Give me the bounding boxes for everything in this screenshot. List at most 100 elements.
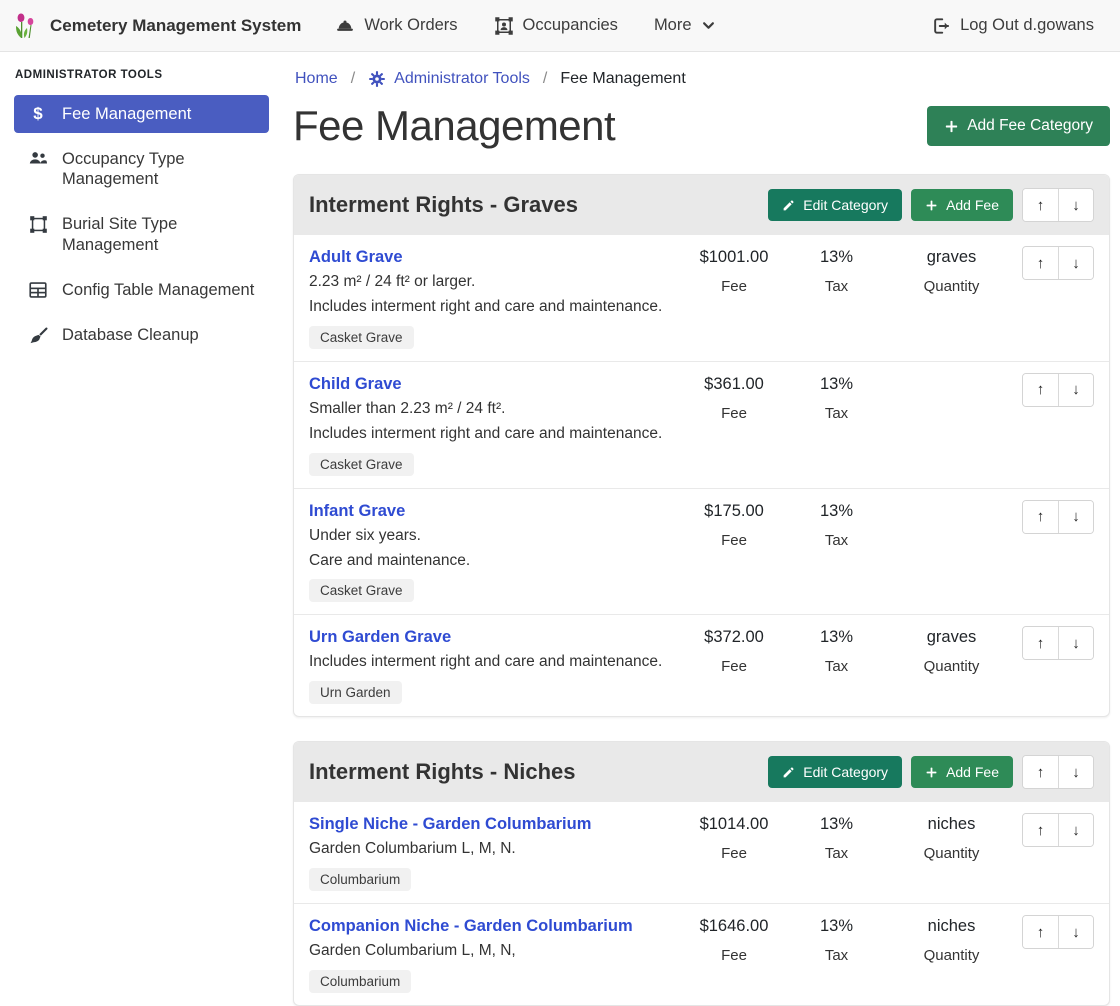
- fee-description: Garden Columbarium L, M, N,: [309, 942, 684, 961]
- fee-name-link[interactable]: Child Grave: [309, 375, 402, 394]
- app-title: Cemetery Management System: [50, 16, 301, 36]
- sidebar-item-config-table-management[interactable]: Config Table Management: [14, 271, 269, 309]
- fee-quantity-block: niches Quantity: [889, 915, 1014, 964]
- move-fee-up-button[interactable]: ↑: [1023, 247, 1058, 279]
- plus-icon: [944, 119, 959, 134]
- fee-name-link[interactable]: Infant Grave: [309, 502, 405, 521]
- fee-name-link[interactable]: Adult Grave: [309, 248, 403, 267]
- fee-tag: Columbarium: [309, 868, 411, 891]
- fee-amount-label: Fee: [684, 845, 784, 862]
- logout-button[interactable]: Log Out d.gowans: [931, 16, 1094, 36]
- table-icon: [27, 281, 49, 299]
- breadcrumb-home-link[interactable]: Home: [295, 70, 338, 88]
- title-row: Fee Management Add Fee Category: [293, 102, 1110, 150]
- sidebar-item-burial-site-type-management[interactable]: Burial Site Type Management: [14, 205, 269, 263]
- fee-amount: $1646.00: [684, 917, 784, 936]
- add-fee-button[interactable]: Add Fee: [911, 756, 1013, 788]
- breadcrumb-admin-tools-link[interactable]: Administrator Tools: [368, 70, 530, 88]
- fee-quantity-label: Quantity: [889, 845, 1014, 862]
- move-category-down-button[interactable]: ↓: [1058, 189, 1093, 221]
- nav-more[interactable]: More: [654, 16, 716, 35]
- sidebar-item-label: Config Table Management: [62, 280, 254, 300]
- fee-amount-label: Fee: [684, 278, 784, 295]
- move-category-up-button[interactable]: ↑: [1023, 189, 1058, 221]
- move-fee-up-button[interactable]: ↑: [1023, 916, 1058, 948]
- pencil-icon: [782, 199, 795, 212]
- fee-tag: Casket Grave: [309, 453, 414, 476]
- move-fee-up-button[interactable]: ↑: [1023, 374, 1058, 406]
- breadcrumb: Home /: [295, 70, 1110, 88]
- fee-quantity-label: Quantity: [889, 278, 1014, 295]
- fee-name-link[interactable]: Urn Garden Grave: [309, 628, 451, 647]
- fee-tax: 13%: [784, 502, 889, 521]
- people-icon: [27, 150, 49, 168]
- sidebar-item-label: Occupancy Type Management: [62, 149, 256, 189]
- move-fee-up-button[interactable]: ↑: [1023, 627, 1058, 659]
- fee-amount-block: $175.00 Fee: [684, 500, 784, 549]
- sign-out-icon: [931, 16, 951, 36]
- sidebar-item-label: Database Cleanup: [62, 325, 199, 345]
- nav-occupancies[interactable]: Occupancies: [494, 16, 618, 36]
- fee-row: Single Niche - Garden Columbarium Garden…: [294, 802, 1109, 904]
- pencil-icon: [782, 766, 795, 779]
- nav-more-label: More: [654, 16, 692, 35]
- move-fee-down-button[interactable]: ↓: [1058, 814, 1093, 846]
- fee-quantity: graves: [889, 628, 1014, 647]
- breadcrumb-admin-tools-label: Administrator Tools: [394, 70, 530, 88]
- sidebar-item-database-cleanup[interactable]: Database Cleanup: [14, 316, 269, 354]
- move-fee-down-button[interactable]: ↓: [1058, 374, 1093, 406]
- fee-tax: 13%: [784, 917, 889, 936]
- move-category-down-button[interactable]: ↓: [1058, 756, 1093, 788]
- fee-description: Includes interment right and care and ma…: [309, 653, 684, 672]
- fee-row: Urn Garden Grave Includes interment righ…: [294, 615, 1109, 716]
- nav-work-orders-label: Work Orders: [364, 16, 457, 35]
- sidebar-item-occupancy-type-management[interactable]: Occupancy Type Management: [14, 140, 269, 198]
- fee-quantity-label: Quantity: [889, 658, 1014, 675]
- portrait-frame-icon: [494, 16, 514, 36]
- category-reorder-group: ↑ ↓: [1022, 188, 1094, 222]
- sidebar-item-fee-management[interactable]: $ Fee Management: [14, 95, 269, 133]
- fee-tag: Casket Grave: [309, 579, 414, 602]
- fee-description: Smaller than 2.23 m² / 24 ft².: [309, 400, 684, 419]
- fee-tax-label: Tax: [784, 947, 889, 964]
- fee-quantity: graves: [889, 248, 1014, 267]
- fee-row: Child Grave Smaller than 2.23 m² / 24 ft…: [294, 362, 1109, 489]
- move-fee-up-button[interactable]: ↑: [1023, 814, 1058, 846]
- move-category-up-button[interactable]: ↑: [1023, 756, 1058, 788]
- move-fee-down-button[interactable]: ↓: [1058, 501, 1093, 533]
- edit-category-button[interactable]: Edit Category: [768, 189, 902, 221]
- edit-category-button[interactable]: Edit Category: [768, 756, 902, 788]
- fee-amount-label: Fee: [684, 658, 784, 675]
- sidebar-heading: ADMINISTRATOR TOOLS: [15, 69, 269, 81]
- fee-name-link[interactable]: Single Niche - Garden Columbarium: [309, 815, 591, 834]
- fee-quantity-block: niches Quantity: [889, 813, 1014, 862]
- fee-description: 2.23 m² / 24 ft² or larger.: [309, 273, 684, 292]
- fee-tax-block: 13% Tax: [784, 813, 889, 862]
- breadcrumb-separator: /: [543, 70, 547, 88]
- move-fee-down-button[interactable]: ↓: [1058, 247, 1093, 279]
- fee-quantity-block: graves Quantity: [889, 246, 1014, 295]
- move-fee-down-button[interactable]: ↓: [1058, 627, 1093, 659]
- category-title: Interment Rights - Graves: [309, 192, 759, 218]
- fee-tag: Casket Grave: [309, 326, 414, 349]
- fee-name-link[interactable]: Companion Niche - Garden Columbarium: [309, 917, 633, 936]
- fee-tax-label: Tax: [784, 278, 889, 295]
- fee-category-card-graves: Interment Rights - Graves Edit Category: [293, 174, 1110, 717]
- move-fee-down-button[interactable]: ↓: [1058, 916, 1093, 948]
- fee-tax-label: Tax: [784, 658, 889, 675]
- fee-amount: $372.00: [684, 628, 784, 647]
- add-fee-button[interactable]: Add Fee: [911, 189, 1013, 221]
- breadcrumb-separator: /: [351, 70, 355, 88]
- move-fee-up-button[interactable]: ↑: [1023, 501, 1058, 533]
- fee-amount-label: Fee: [684, 532, 784, 549]
- add-fee-category-button[interactable]: Add Fee Category: [927, 106, 1110, 146]
- category-title: Interment Rights - Niches: [309, 759, 759, 785]
- edit-category-label: Edit Category: [803, 197, 888, 213]
- chevron-down-icon: [701, 18, 716, 33]
- fee-tax: 13%: [784, 375, 889, 394]
- fee-reorder-group: ↑ ↓: [1022, 246, 1094, 280]
- nav-occupancies-label: Occupancies: [523, 16, 618, 35]
- fee-tax-label: Tax: [784, 405, 889, 422]
- nav-work-orders[interactable]: Work Orders: [335, 16, 457, 36]
- app-brand[interactable]: Cemetery Management System: [14, 12, 301, 40]
